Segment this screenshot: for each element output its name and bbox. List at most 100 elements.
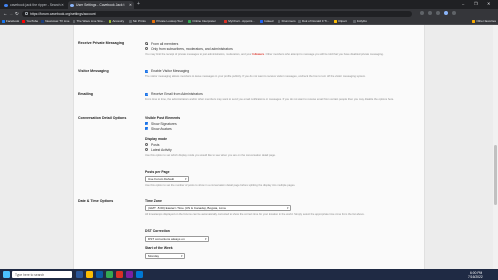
bookmark-label: YouTube [26,19,39,23]
bookmark-icon [188,20,192,23]
back-icon[interactable]: ← [3,9,7,18]
taskbar-search-box[interactable]: Type here to search [12,271,72,278]
checkbox-show-avatars[interactable] [145,127,149,131]
close-tab-icon[interactable]: ✕ [61,1,64,9]
bookmark-icon [128,20,132,23]
taskbar-date[interactable]: 7/16/2022 [468,275,483,279]
radio-subscribers-only[interactable] [145,47,149,51]
conversation-options-label: Conversation Detail Options [78,116,127,120]
file-explorer-icon[interactable] [86,271,93,278]
bookmark-item[interactable]: Indeed [260,18,273,25]
app-icon[interactable] [116,271,123,278]
chrome-icon[interactable] [106,271,113,278]
favorites-icon[interactable] [428,11,432,16]
visible-post-elements-title: Visible Post Elements [145,116,181,120]
chevron-down-icon: ▾ [286,206,289,210]
bookmark-item[interactable]: FollyDo [352,18,368,25]
address-bar[interactable]: https://forum.cavebook.org/settings/acco… [22,10,412,17]
bookmark-label: Online Interpreter [192,19,216,23]
dst-correction-select[interactable]: DST corrections always on ▾ [145,236,209,242]
bookmark-icon [260,20,264,23]
chevron-down-icon: ▾ [204,237,207,241]
forward-icon[interactable]: → [9,9,13,18]
bookmark-item[interactable]: The Wave Live Stre... [72,18,106,25]
start-of-week-value: Monday [148,254,160,258]
bookmarks-bar: Facebook YouTube Newsmax TV Live The Wave L… [0,18,498,25]
mail-icon[interactable] [136,271,143,278]
bookmark-item[interactable]: Clipart [334,18,347,25]
task-view-icon[interactable] [76,271,83,278]
close-tab-icon[interactable]: ✕ [129,1,132,9]
enable-visitor-label: Enable Visitor Messaging [151,69,190,73]
edge-icon[interactable] [96,271,103,278]
bookmark-icon [352,20,356,23]
refresh-icon[interactable]: ↻ [15,9,19,18]
bookmark-label: Drummers [281,19,296,23]
bookmark-item[interactable]: YouTube [22,18,38,25]
bookmark-icon [22,20,26,23]
followers-highlight: followers [252,53,265,56]
tab-settings-label: User Settings - Cavebook Jack t [76,3,125,7]
bookmark-item[interactable]: Ancestry [108,18,125,25]
browser-tab-bar: cavebook jack the ripper - Search ✕ User… [0,0,498,9]
page-content: Receive Private Messaging From all membe… [0,25,498,269]
bookmark-icon [277,20,281,23]
windows-taskbar: Type here to search 6:00 PM 7/16/2022 [0,269,498,280]
bookmark-item[interactable]: Facebook [2,18,19,25]
page-scrollbar[interactable] [493,25,498,269]
posts-per-page-select[interactable]: Use Forum Default ▾ [145,176,189,182]
chevron-down-icon: ▾ [184,177,187,181]
radio-latest-activity[interactable] [145,148,149,152]
bookmark-item[interactable]: MyChart - Appoint... [224,18,255,25]
receive-private-desc: You may limit the receipt of private mes… [145,53,384,56]
bookmark-label: Private Lookup Tool [156,19,183,23]
new-tab-button[interactable]: + [137,1,140,8]
tab-user-settings[interactable]: User Settings - Cavebook Jack t ✕ [68,1,134,9]
checkbox-receive-email[interactable] [145,92,149,97]
app-icon[interactable] [126,271,133,278]
bookmark-item[interactable]: Online Interpreter [188,18,216,25]
bookmark-icon [41,20,45,23]
site-favicon-icon [70,3,74,7]
bookmark-label: MyChart - Appoint... [228,19,255,23]
display-mode-title: Display mode [145,137,168,141]
visitor-desc: The visitor messaging allows members to … [145,75,366,78]
collections-icon[interactable] [436,11,440,16]
scrollbar-thumb[interactable] [494,145,497,205]
bookmark-item[interactable]: Newsmax TV Live [41,18,69,25]
radio-posts[interactable] [145,143,149,147]
profile-icon[interactable] [444,11,448,16]
bookmark-item[interactable]: Duk of Donald II Tr... [298,18,329,25]
windows-start-icon[interactable] [3,271,10,278]
checkbox-show-signatures[interactable] [145,122,149,126]
close-window-button[interactable]: ✕ [487,0,490,8]
bookmark-item[interactable]: Private Lookup Tool [152,18,183,25]
time-zone-select[interactable]: (GMT -5:00) Eastern Time (US & Canada), … [145,205,291,211]
show-avatars-label: Show Avatars [151,126,172,131]
bookmark-item[interactable]: Sin Prints [128,18,146,25]
start-of-week-select[interactable]: Monday ▾ [145,253,185,259]
posts-label: Posts [151,142,160,147]
settings-panel: Receive Private Messaging From all membe… [73,25,425,269]
emailing-desc: From time to time, the administrators an… [145,98,395,101]
minimize-button[interactable]: – [462,0,464,8]
tab-search-label: cavebook jack the ripper - Search [10,3,61,7]
maximize-button[interactable]: ❐ [474,0,478,8]
tab-search[interactable]: cavebook jack the ripper - Search ✕ [2,1,66,9]
dst-correction-value: DST corrections always on [148,237,185,241]
bookmark-item[interactable]: Drummers [277,18,296,25]
bookmark-label: Other favorites [476,19,496,23]
time-zone-desc: All timestamps displayed on the forums c… [145,213,365,216]
bookmark-label: The Wave Live Stre... [76,19,106,23]
extension-icon[interactable] [420,11,424,16]
menu-icon[interactable] [452,11,456,16]
display-mode-desc: Use this option to set which display mod… [145,154,276,157]
emailing-label: Emailing [78,92,93,96]
bookmark-item[interactable]: Other favorites [472,18,496,25]
bookmark-label: FollyDo [356,19,368,23]
radio-all-members[interactable] [145,42,149,46]
bookmark-label: Ancestry [112,19,125,23]
checkbox-enable-visitor[interactable] [145,69,149,74]
bookmark-icon [72,20,76,23]
posts-per-page-title: Posts per Page [145,170,170,174]
